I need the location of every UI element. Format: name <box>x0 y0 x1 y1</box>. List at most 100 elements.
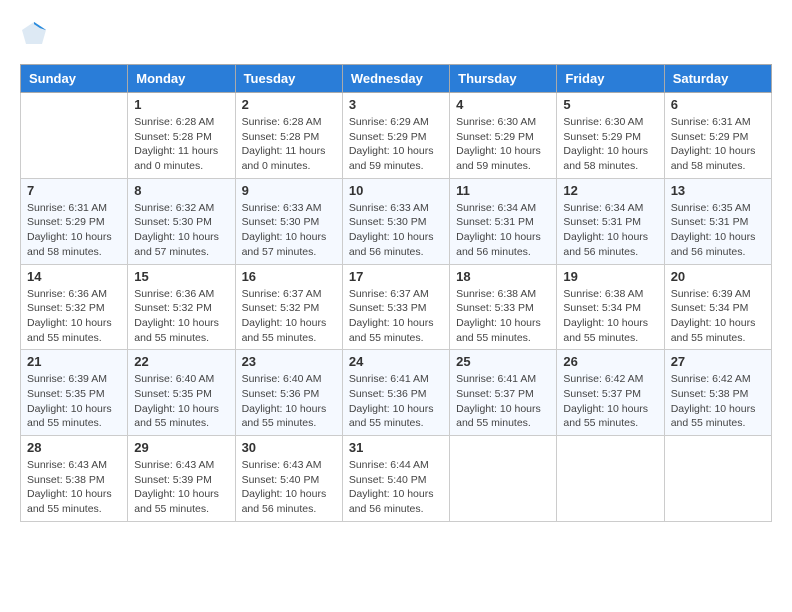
day-info: Sunrise: 6:34 AMSunset: 5:31 PMDaylight:… <box>456 201 550 260</box>
weekday-header: Wednesday <box>342 65 449 93</box>
calendar-cell: 30 Sunrise: 6:43 AMSunset: 5:40 PMDayligh… <box>235 436 342 522</box>
day-number: 21 <box>27 354 121 369</box>
day-number: 16 <box>242 269 336 284</box>
calendar-cell: 21Sunrise: 6:39 AMSunset: 5:35 PMDayligh… <box>21 350 128 436</box>
calendar-cell: 19Sunrise: 6:38 AMSunset: 5:34 PMDayligh… <box>557 264 664 350</box>
day-number: 25 <box>456 354 550 369</box>
day-info: Sunrise: 6:28 AMSunset: 5:28 PMDaylight:… <box>242 115 336 174</box>
day-info: Sunrise: 6:43 AMSunset: 5:39 PMDaylight:… <box>134 458 228 517</box>
day-number: 15 <box>134 269 228 284</box>
day-info: Sunrise: 6:30 AMSunset: 5:29 PMDaylight:… <box>456 115 550 174</box>
calendar-cell: 31 Sunrise: 6:44 AMSunset: 5:40 PMDayligh… <box>342 436 449 522</box>
day-info: Sunrise: 6:33 AMSunset: 5:30 PMDaylight:… <box>242 201 336 260</box>
day-info: Sunrise: 6:41 AMSunset: 5:37 PMDaylight:… <box>456 372 550 431</box>
day-info: Sunrise: 6:38 AMSunset: 5:34 PMDaylight:… <box>563 287 657 346</box>
calendar-cell: 14 Sunrise: 6:36 AMSunset: 5:32 PMDayligh… <box>21 264 128 350</box>
day-info: Sunrise: 6:43 AMSunset: 5:38 PMDaylight:… <box>27 458 121 517</box>
calendar-table: SundayMondayTuesdayWednesdayThursdayFrid… <box>20 64 772 522</box>
day-info: Sunrise: 6:40 AMSunset: 5:36 PMDaylight:… <box>242 372 336 431</box>
day-number: 5 <box>563 97 657 112</box>
day-number: 6 <box>671 97 765 112</box>
day-number: 23 <box>242 354 336 369</box>
calendar-cell <box>664 436 771 522</box>
logo <box>20 20 52 48</box>
day-info: Sunrise: 6:33 AMSunset: 5:30 PMDaylight:… <box>349 201 443 260</box>
calendar-cell: 23 Sunrise: 6:40 AMSunset: 5:36 PMDayligh… <box>235 350 342 436</box>
calendar-cell: 2 Sunrise: 6:28 AMSunset: 5:28 PMDaylight… <box>235 93 342 179</box>
calendar-cell: 20Sunrise: 6:39 AMSunset: 5:34 PMDayligh… <box>664 264 771 350</box>
calendar-cell <box>450 436 557 522</box>
calendar-cell <box>21 93 128 179</box>
calendar-cell: 28 Sunrise: 6:43 AMSunset: 5:38 PMDayligh… <box>21 436 128 522</box>
day-info: Sunrise: 6:42 AMSunset: 5:37 PMDaylight:… <box>563 372 657 431</box>
day-number: 1 <box>134 97 228 112</box>
day-info: Sunrise: 6:35 AMSunset: 5:31 PMDaylight:… <box>671 201 765 260</box>
day-number: 17 <box>349 269 443 284</box>
weekday-header: Saturday <box>664 65 771 93</box>
calendar-week-row: 1 Sunrise: 6:28 AMSunset: 5:28 PMDaylight… <box>21 93 772 179</box>
day-number: 28 <box>27 440 121 455</box>
calendar-cell: 11 Sunrise: 6:34 AMSunset: 5:31 PMDayligh… <box>450 178 557 264</box>
calendar-cell: 26 Sunrise: 6:42 AMSunset: 5:37 PMDayligh… <box>557 350 664 436</box>
calendar-cell: 6 Sunrise: 6:31 AMSunset: 5:29 PMDaylight… <box>664 93 771 179</box>
calendar-cell: 15 Sunrise: 6:36 AMSunset: 5:32 PMDayligh… <box>128 264 235 350</box>
day-info: Sunrise: 6:36 AMSunset: 5:32 PMDaylight:… <box>27 287 121 346</box>
logo-icon <box>20 20 48 48</box>
day-number: 26 <box>563 354 657 369</box>
calendar-cell: 22 Sunrise: 6:40 AMSunset: 5:35 PMDayligh… <box>128 350 235 436</box>
calendar-cell: 1 Sunrise: 6:28 AMSunset: 5:28 PMDaylight… <box>128 93 235 179</box>
day-info: Sunrise: 6:32 AMSunset: 5:30 PMDaylight:… <box>134 201 228 260</box>
day-info: Sunrise: 6:37 AMSunset: 5:32 PMDaylight:… <box>242 287 336 346</box>
day-number: 7 <box>27 183 121 198</box>
calendar-week-row: 7 Sunrise: 6:31 AMSunset: 5:29 PMDaylight… <box>21 178 772 264</box>
calendar-cell: 10 Sunrise: 6:33 AMSunset: 5:30 PMDayligh… <box>342 178 449 264</box>
day-info: Sunrise: 6:31 AMSunset: 5:29 PMDaylight:… <box>27 201 121 260</box>
calendar-cell: 27Sunrise: 6:42 AMSunset: 5:38 PMDayligh… <box>664 350 771 436</box>
calendar-cell: 29 Sunrise: 6:43 AMSunset: 5:39 PMDayligh… <box>128 436 235 522</box>
day-number: 13 <box>671 183 765 198</box>
day-number: 4 <box>456 97 550 112</box>
calendar-cell: 12 Sunrise: 6:34 AMSunset: 5:31 PMDayligh… <box>557 178 664 264</box>
day-info: Sunrise: 6:29 AMSunset: 5:29 PMDaylight:… <box>349 115 443 174</box>
day-number: 2 <box>242 97 336 112</box>
calendar-week-row: 28 Sunrise: 6:43 AMSunset: 5:38 PMDayligh… <box>21 436 772 522</box>
calendar-cell: 24Sunrise: 6:41 AMSunset: 5:36 PMDayligh… <box>342 350 449 436</box>
calendar-week-row: 21Sunrise: 6:39 AMSunset: 5:35 PMDayligh… <box>21 350 772 436</box>
calendar-cell: 25 Sunrise: 6:41 AMSunset: 5:37 PMDayligh… <box>450 350 557 436</box>
day-info: Sunrise: 6:30 AMSunset: 5:29 PMDaylight:… <box>563 115 657 174</box>
calendar-cell: 17Sunrise: 6:37 AMSunset: 5:33 PMDayligh… <box>342 264 449 350</box>
calendar-cell: 4 Sunrise: 6:30 AMSunset: 5:29 PMDaylight… <box>450 93 557 179</box>
weekday-header: Monday <box>128 65 235 93</box>
day-number: 10 <box>349 183 443 198</box>
day-info: Sunrise: 6:31 AMSunset: 5:29 PMDaylight:… <box>671 115 765 174</box>
page-header <box>20 20 772 48</box>
calendar-cell: 18 Sunrise: 6:38 AMSunset: 5:33 PMDayligh… <box>450 264 557 350</box>
day-info: Sunrise: 6:38 AMSunset: 5:33 PMDaylight:… <box>456 287 550 346</box>
calendar-header-row: SundayMondayTuesdayWednesdayThursdayFrid… <box>21 65 772 93</box>
day-number: 14 <box>27 269 121 284</box>
calendar-cell: 9Sunrise: 6:33 AMSunset: 5:30 PMDaylight… <box>235 178 342 264</box>
day-number: 8 <box>134 183 228 198</box>
day-info: Sunrise: 6:40 AMSunset: 5:35 PMDaylight:… <box>134 372 228 431</box>
day-number: 29 <box>134 440 228 455</box>
weekday-header: Tuesday <box>235 65 342 93</box>
calendar-week-row: 14 Sunrise: 6:36 AMSunset: 5:32 PMDayligh… <box>21 264 772 350</box>
calendar-cell: 16 Sunrise: 6:37 AMSunset: 5:32 PMDayligh… <box>235 264 342 350</box>
day-number: 24 <box>349 354 443 369</box>
calendar-cell: 13 Sunrise: 6:35 AMSunset: 5:31 PMDayligh… <box>664 178 771 264</box>
day-number: 31 <box>349 440 443 455</box>
day-number: 12 <box>563 183 657 198</box>
day-info: Sunrise: 6:28 AMSunset: 5:28 PMDaylight:… <box>134 115 228 174</box>
day-number: 18 <box>456 269 550 284</box>
day-number: 27 <box>671 354 765 369</box>
day-info: Sunrise: 6:44 AMSunset: 5:40 PMDaylight:… <box>349 458 443 517</box>
day-number: 3 <box>349 97 443 112</box>
day-number: 30 <box>242 440 336 455</box>
day-info: Sunrise: 6:34 AMSunset: 5:31 PMDaylight:… <box>563 201 657 260</box>
day-number: 11 <box>456 183 550 198</box>
day-info: Sunrise: 6:36 AMSunset: 5:32 PMDaylight:… <box>134 287 228 346</box>
day-info: Sunrise: 6:43 AMSunset: 5:40 PMDaylight:… <box>242 458 336 517</box>
calendar-cell: 3 Sunrise: 6:29 AMSunset: 5:29 PMDaylight… <box>342 93 449 179</box>
weekday-header: Thursday <box>450 65 557 93</box>
day-number: 22 <box>134 354 228 369</box>
